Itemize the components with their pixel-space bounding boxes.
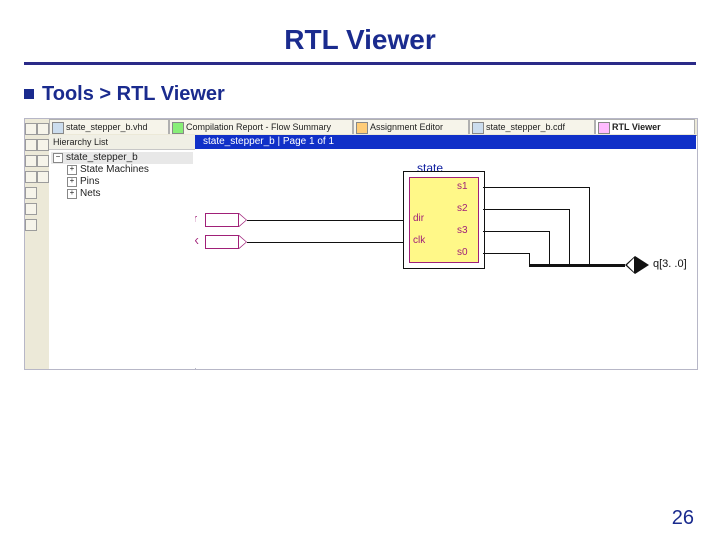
rail-button[interactable] [25, 155, 37, 167]
wire [483, 187, 589, 188]
port-label: s1 [457, 181, 468, 192]
bullet-line: Tools > RTL Viewer [24, 83, 696, 106]
tab-file-cdf[interactable]: state_stepper_b.cdf [469, 119, 595, 134]
pin-label-dir: dir [195, 213, 197, 225]
tree-label: State Machines [80, 164, 149, 175]
waveform-icon [472, 122, 484, 134]
schematic-canvas[interactable]: state_stepper_b | Page 1 of 1 state dir … [195, 135, 696, 368]
port-label: clk [413, 235, 425, 246]
port-label: s3 [457, 225, 468, 236]
tree-label: Nets [80, 188, 101, 199]
tab-label: Compilation Report - Flow Summary [186, 122, 331, 132]
wire [549, 231, 550, 265]
port-label: dir [413, 213, 424, 224]
expand-icon[interactable]: + [67, 165, 77, 175]
expand-icon[interactable]: + [67, 177, 77, 187]
wire [483, 253, 529, 254]
rail-button[interactable] [25, 139, 37, 151]
rail-button[interactable] [25, 123, 37, 135]
wire [569, 209, 570, 265]
tab-strip: state_stepper_b.vhd Compilation Report -… [49, 119, 697, 136]
tab-file-vhd[interactable]: state_stepper_b.vhd [49, 119, 169, 134]
rail-button[interactable] [25, 171, 37, 183]
hierarchy-panel: Hierarchy List −state_stepper_b +State M… [49, 135, 196, 369]
tab-rtl-viewer[interactable]: RTL Viewer [595, 119, 695, 134]
rail-button[interactable] [37, 171, 49, 183]
tab-compilation-report[interactable]: Compilation Report - Flow Summary [169, 119, 353, 134]
output-buffer-icon[interactable] [625, 256, 649, 274]
rail-button[interactable] [37, 123, 49, 135]
port-label: s0 [457, 247, 468, 258]
bullet-square-icon [24, 89, 34, 99]
hierarchy-header: Hierarchy List [49, 135, 195, 150]
output-label: q[3. .0] [653, 258, 687, 270]
schematic-layer: state dir clk dir clk s1 s2 s3 s0 [195, 149, 696, 368]
document-icon [52, 122, 64, 134]
rail-button[interactable] [37, 139, 49, 151]
tree-label: Pins [80, 176, 99, 187]
schematic-icon [598, 122, 610, 134]
rail-button[interactable] [25, 187, 37, 199]
tree-root[interactable]: −state_stepper_b [51, 152, 193, 164]
input-pin-dir[interactable] [205, 213, 247, 227]
tab-label: RTL Viewer [612, 122, 661, 132]
collapse-icon[interactable]: − [53, 153, 63, 163]
report-icon [172, 122, 184, 134]
wire [483, 231, 549, 232]
page-number: 26 [672, 507, 694, 530]
wire [247, 242, 403, 243]
bullet-text: Tools > RTL Viewer [42, 83, 225, 105]
title-rule [24, 62, 696, 65]
wire [483, 209, 569, 210]
tab-assignment-editor[interactable]: Assignment Editor [353, 119, 469, 134]
screenshot-container: state_stepper_b.vhd Compilation Report -… [24, 118, 698, 370]
rail-button[interactable] [37, 155, 49, 167]
expand-icon[interactable]: + [67, 189, 77, 199]
tab-label: state_stepper_b.cdf [486, 122, 565, 132]
tab-label: Assignment Editor [370, 122, 443, 132]
tree-item-pins[interactable]: +Pins [51, 176, 193, 188]
wire [589, 187, 590, 265]
rail-button[interactable] [25, 219, 37, 231]
bus-wire [529, 264, 625, 267]
editor-icon [356, 122, 368, 134]
pin-label-clk: clk [195, 235, 198, 247]
input-pin-clk[interactable] [205, 235, 247, 249]
tree-item-state-machines[interactable]: +State Machines [51, 164, 193, 176]
tab-label: state_stepper_b.vhd [66, 122, 148, 132]
wire [247, 220, 403, 221]
canvas-header: state_stepper_b | Page 1 of 1 [195, 135, 696, 149]
rail-button[interactable] [25, 203, 37, 215]
port-label: s2 [457, 203, 468, 214]
hierarchy-tree[interactable]: −state_stepper_b +State Machines +Pins +… [49, 150, 195, 200]
tree-label: state_stepper_b [66, 152, 138, 163]
slide-title: RTL Viewer [24, 24, 696, 56]
tree-item-nets[interactable]: +Nets [51, 188, 193, 200]
